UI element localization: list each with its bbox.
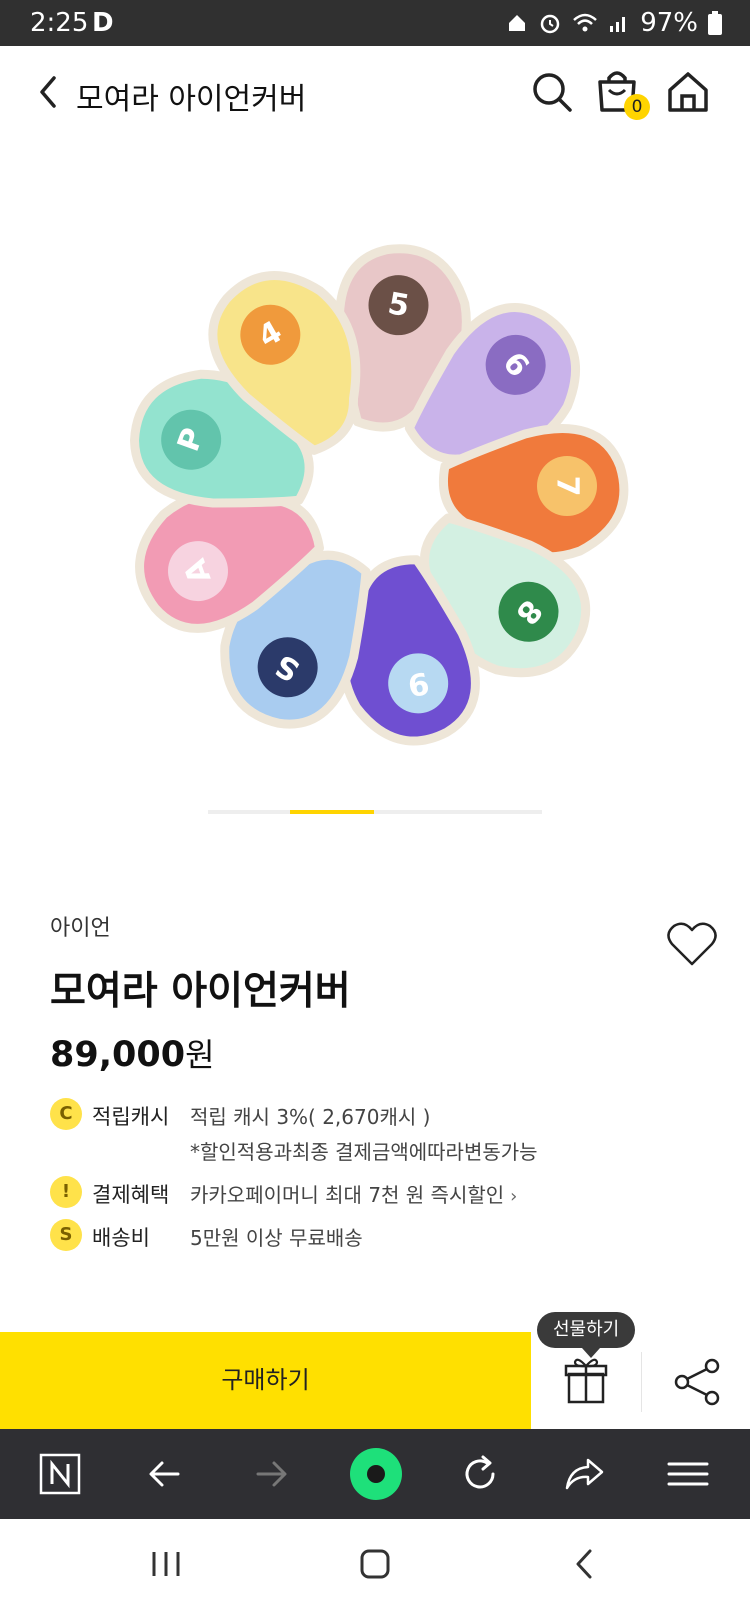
payment-benefit-label: 결제혜택 xyxy=(92,1183,170,1207)
recent-apps-button[interactable] xyxy=(143,1541,189,1587)
image-slider-position xyxy=(290,810,374,814)
home-icon xyxy=(668,72,708,112)
chevron-right-icon: › xyxy=(510,1186,518,1207)
status-time: 2:25 xyxy=(30,8,89,38)
browser-back-button[interactable] xyxy=(136,1446,192,1502)
exclamation-icon: ! xyxy=(50,1176,82,1208)
product-name: 모여라 아이언커버 xyxy=(50,969,351,1014)
battery-percent: 97% xyxy=(640,8,698,38)
app-header: 모여라 아이언커버 0 xyxy=(0,46,750,138)
cart-count-badge: 0 xyxy=(624,94,650,120)
back-button[interactable] xyxy=(28,70,72,114)
square-home-icon xyxy=(360,1549,390,1579)
browser-share-button[interactable] xyxy=(556,1446,612,1502)
green-dot-icon xyxy=(350,1448,402,1500)
shipping-label: 배송비 xyxy=(92,1226,150,1250)
points-note: *할인적용과최종 결제금액에따라변동가능 xyxy=(190,1140,538,1164)
cart-button[interactable]: 0 xyxy=(592,66,650,120)
wishlist-button[interactable] xyxy=(666,920,718,968)
arrow-left-icon xyxy=(149,1461,180,1487)
payment-benefit-row[interactable]: ! 결제혜택 카카오페이머니 최대 7천 원 즉시할인 › xyxy=(50,1176,700,1210)
page-title: 모여라 아이언커버 xyxy=(76,82,307,117)
browser-toolbar xyxy=(0,1429,750,1519)
shipping-row: S 배송비 5만원 이상 무료배송 xyxy=(50,1219,700,1253)
points-value: 적립 캐시 3%( 2,670캐시 ) xyxy=(190,1105,431,1129)
product-category[interactable]: 아이언 xyxy=(50,910,111,942)
home-status-icon xyxy=(509,15,526,31)
heart-icon xyxy=(667,922,717,966)
payment-benefit-text: 카카오페이머니 최대 7천 원 즉시할인 xyxy=(190,1183,505,1207)
status-icons: 97% xyxy=(506,8,722,38)
points-label: 적립캐시 xyxy=(92,1105,170,1129)
share-arrow-icon xyxy=(565,1458,604,1490)
refresh-icon xyxy=(465,1455,495,1489)
arrow-right-icon xyxy=(256,1461,287,1487)
browser-menu-button[interactable] xyxy=(660,1446,716,1502)
naver-home-button[interactable] xyxy=(32,1446,88,1502)
browser-forward-button[interactable] xyxy=(244,1446,300,1502)
points-row: C 적립캐시 적립 캐시 3%( 2,670캐시 ) xyxy=(50,1098,700,1132)
refresh-button[interactable] xyxy=(452,1446,508,1502)
signal-icon xyxy=(610,17,626,32)
image-slider-indicator xyxy=(208,810,542,814)
battery-icon xyxy=(708,11,722,35)
cash-icon: C xyxy=(50,1098,82,1130)
share-icon xyxy=(674,1358,720,1406)
hamburger-icon xyxy=(667,1462,709,1486)
price-unit: 원 xyxy=(185,1036,215,1074)
shipping-value: 5만원 이상 무료배송 xyxy=(190,1226,363,1250)
status-bar: 2:25 D 97% xyxy=(0,0,750,46)
recent-apps-icon xyxy=(152,1552,180,1576)
chevron-left-icon xyxy=(40,76,56,108)
search-button[interactable] xyxy=(526,66,578,118)
system-nav-bar xyxy=(0,1519,750,1609)
product-price: 89,000원 xyxy=(50,1030,215,1076)
system-home-button[interactable] xyxy=(352,1541,398,1587)
app-indicator-icon: D xyxy=(92,8,114,38)
shipping-icon: S xyxy=(50,1219,82,1251)
buy-button[interactable]: 구매하기 xyxy=(0,1332,531,1429)
system-back-button[interactable] xyxy=(562,1541,608,1587)
payment-benefit-value: 카카오페이머니 최대 7천 원 즉시할인 › xyxy=(190,1179,517,1208)
iron-covers-illustration: 56789SAP4 xyxy=(130,244,629,746)
wifi-icon xyxy=(573,13,598,32)
home-button[interactable] xyxy=(662,66,714,118)
system-back-icon xyxy=(576,1549,592,1579)
search-icon xyxy=(533,73,572,112)
share-button[interactable] xyxy=(642,1332,750,1429)
green-dot-button[interactable] xyxy=(348,1446,404,1502)
gift-tooltip: 선물하기 xyxy=(537,1312,636,1358)
cover-label: 7 xyxy=(550,476,585,497)
price-number: 89,000 xyxy=(50,1035,186,1075)
alarm-icon xyxy=(540,14,560,34)
naver-n-icon xyxy=(39,1453,81,1495)
product-image[interactable]: 56789SAP4 xyxy=(60,196,690,796)
